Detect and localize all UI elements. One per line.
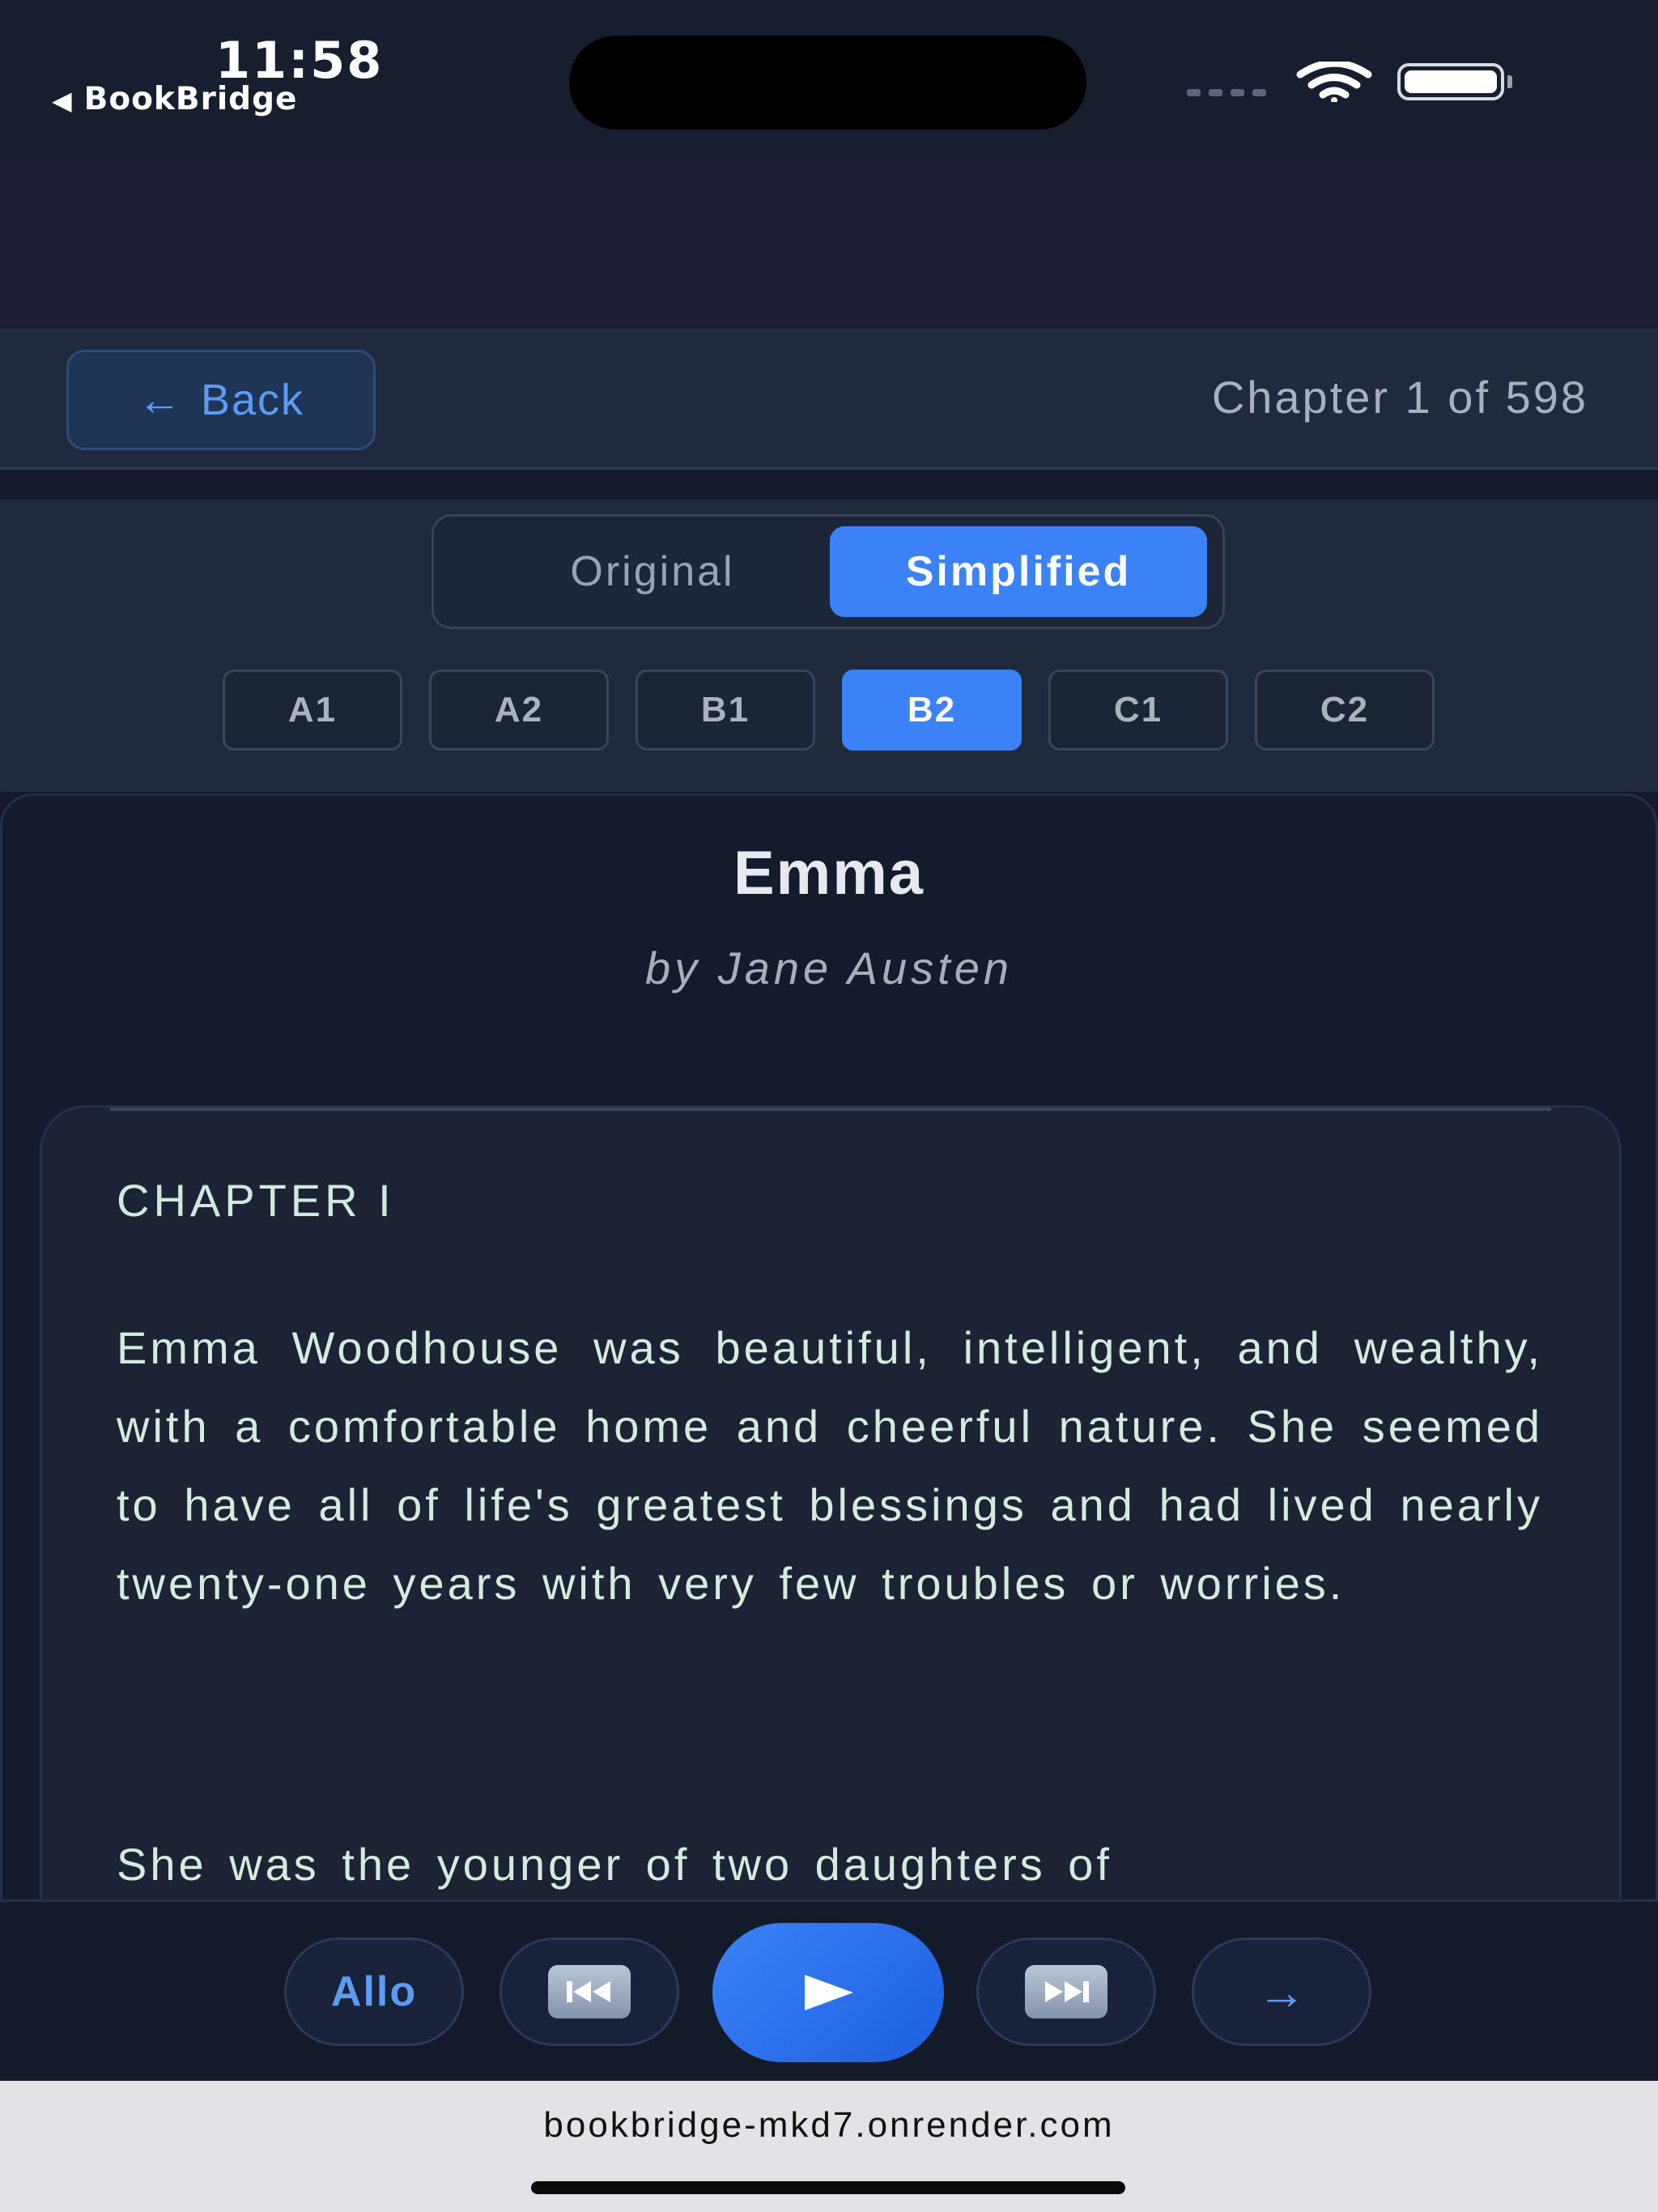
chapter-text-panel: CHAPTER I Emma Woodhouse was beautiful, … [40, 1105, 1622, 1927]
mode-original-tab[interactable]: Original [466, 526, 839, 617]
cefr-level-selector: A1 A2 B1 B2 C1 C2 [223, 670, 1435, 751]
text-paragraph: Emma Woodhouse was beautiful, intelligen… [117, 1322, 1543, 1609]
header-spacer [0, 157, 1658, 329]
book-author: by Jane Austen [645, 942, 1013, 993]
reading-card: Emma by Jane Austen CHAPTER I Emma Woodh… [0, 793, 1658, 1927]
divider [110, 1108, 1551, 1111]
chapter-heading: CHAPTER I [117, 1175, 395, 1226]
level-c1-button[interactable]: C1 [1048, 670, 1228, 751]
skip-back-icon [548, 1965, 631, 2018]
level-a2-button[interactable]: A2 [429, 670, 609, 751]
arrow-right-icon: → [1257, 1964, 1306, 2019]
chapter-indicator: Chapter 1 of 598 [1211, 372, 1588, 423]
next-chapter-button[interactable]: → [1192, 1938, 1371, 2046]
cellular-signal-icon [1187, 89, 1266, 96]
text-paragraph: She was the younger of two daughters of [117, 1839, 1112, 1890]
level-b2-button[interactable]: B2 [842, 670, 1022, 751]
skip-forward-icon [1025, 1965, 1107, 2018]
skip-forward-button[interactable] [976, 1938, 1156, 2046]
level-b1-button[interactable]: B1 [636, 670, 815, 751]
browser-url-bar: bookbridge-mkd7.onrender.com [0, 2081, 1658, 2212]
level-a1-button[interactable]: A1 [223, 670, 402, 751]
mode-toggle: Original Simplified [432, 514, 1225, 629]
home-indicator [531, 2181, 1125, 2194]
reading-controls: Original Simplified A1 A2 B1 B2 C1 C2 [0, 497, 1658, 792]
audio-player-bar: Allo → [0, 1899, 1658, 2081]
status-bar: 11:58 ◀ BookBridge [0, 0, 1658, 157]
back-to-app-link[interactable]: ◀ BookBridge [52, 81, 297, 117]
wifi-icon [1296, 62, 1372, 102]
skip-back-button[interactable] [500, 1938, 679, 2046]
voice-button[interactable]: Allo [284, 1938, 464, 2046]
level-c2-button[interactable]: C2 [1255, 670, 1435, 751]
back-button[interactable]: ← Back [66, 350, 376, 450]
back-app-label: BookBridge [83, 81, 298, 117]
play-icon [805, 1975, 853, 2010]
mode-simplified-tab[interactable]: Simplified [830, 526, 1207, 617]
book-title: Emma [733, 839, 925, 908]
back-triangle-icon: ◀ [52, 85, 73, 116]
url-field[interactable]: bookbridge-mkd7.onrender.com [0, 2105, 1658, 2146]
arrow-left-icon: ← [137, 376, 183, 424]
dynamic-island [569, 36, 1086, 130]
play-button[interactable] [712, 1923, 944, 2062]
reader-top-nav: ← Back Chapter 1 of 598 [0, 329, 1658, 470]
battery-icon [1397, 63, 1504, 100]
back-button-label: Back [200, 376, 305, 424]
battery-tip [1507, 75, 1512, 88]
